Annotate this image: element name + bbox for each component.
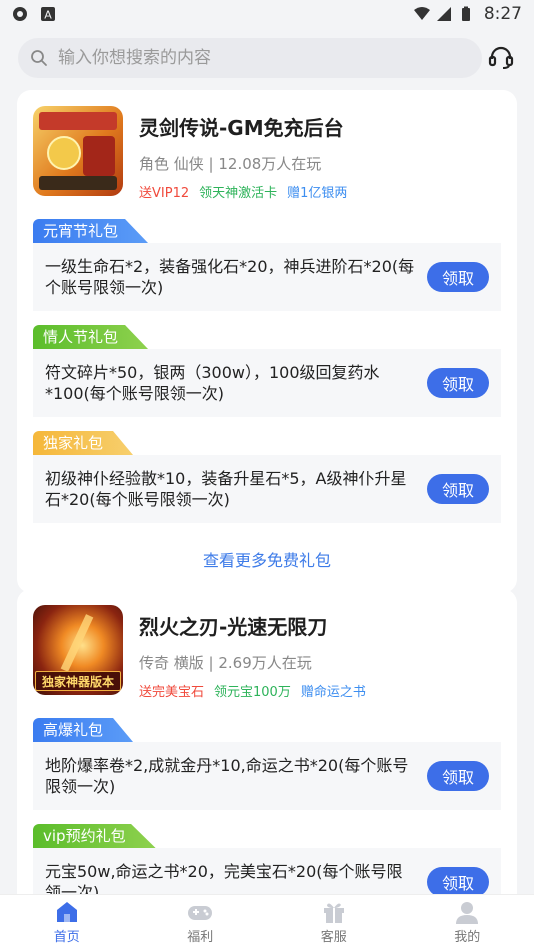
- user-icon: [456, 902, 479, 924]
- game-icon[interactable]: [33, 106, 123, 196]
- tab-home[interactable]: 首页: [0, 895, 134, 950]
- gift-item: 元宵节礼包 一级生命石*2，装备强化石*20，神兵进阶石*20(每个账号限领一次…: [33, 219, 501, 311]
- headset-icon: [488, 46, 514, 69]
- game-card: 独家神器版本 烈火之刃-光速无限刀 传奇 横版 | 2.69万人在玩 送完美宝石…: [17, 589, 517, 916]
- a-status-icon: A: [41, 7, 55, 22]
- claim-button[interactable]: 领取: [427, 474, 489, 504]
- tag-item: 送VIP12: [139, 186, 190, 201]
- gift-item: 情人节礼包 符文碎片*50，银两（300w），100级回复药水*100(每个账号…: [33, 325, 501, 417]
- tab-label: 福利: [187, 930, 214, 945]
- customer-service-button[interactable]: [486, 43, 516, 73]
- tag-item: 赠命运之书: [300, 685, 366, 700]
- tab-label: 我的: [454, 930, 481, 945]
- tab-welfare[interactable]: 福利: [134, 895, 268, 950]
- tab-service[interactable]: 客服: [267, 895, 401, 950]
- signal-icon: [436, 7, 451, 21]
- gift-description: 符文碎片*50，银两（300w），100级回复药水*100(每个账号限领一次): [45, 363, 380, 403]
- claim-button[interactable]: 领取: [427, 368, 489, 398]
- claim-button[interactable]: 领取: [427, 761, 489, 791]
- tag-item: 送完美宝石: [139, 685, 205, 700]
- gift-label: 元宵节礼包: [33, 219, 149, 243]
- search-bar[interactable]: [18, 38, 482, 78]
- gift-item: 独家礼包 初级神仆经验散*10，装备升星石*5，A级神仆升星石*20(每个账号限…: [33, 431, 501, 523]
- wifi-icon: [413, 7, 430, 20]
- game-icon[interactable]: 独家神器版本: [33, 605, 123, 695]
- game-title[interactable]: 灵剑传说-GM免充后台: [139, 112, 347, 141]
- gamepad-icon: [188, 906, 213, 920]
- tab-mine[interactable]: 我的: [401, 895, 534, 950]
- game-meta: 传奇 横版 | 2.69万人在玩: [139, 654, 312, 672]
- tag-item: 赠1亿银两: [287, 186, 348, 201]
- gift-label: vip预约礼包: [33, 824, 156, 848]
- battery-icon: [461, 6, 470, 21]
- game-header[interactable]: 灵剑传说-GM免充后台 角色 仙侠 | 12.08万人在玩 送VIP12 领天神…: [33, 90, 501, 201]
- tag-item: 领元宝100万: [214, 685, 291, 700]
- game-tags: 送完美宝石 领元宝100万 赠命运之书: [139, 681, 366, 700]
- svg-text:A: A: [44, 9, 52, 22]
- tag-item: 领天神激活卡: [199, 186, 278, 201]
- gift-label: 高爆礼包: [33, 718, 134, 742]
- game-title[interactable]: 烈火之刃-光速无限刀: [139, 611, 366, 640]
- gift-label: 独家礼包: [33, 431, 134, 455]
- gift-description: 初级神仆经验散*10，装备升星石*5，A级神仆升星石*20(每个账号限领一次): [45, 469, 407, 509]
- settings-status-icon: [13, 7, 27, 21]
- bottom-tab-bar: 首页 福利 客服 我的: [0, 894, 534, 950]
- game-meta: 角色 仙侠 | 12.08万人在玩: [139, 155, 322, 173]
- gift-label: 情人节礼包: [33, 325, 149, 349]
- status-time: 8:27: [483, 4, 522, 24]
- tab-label: 首页: [53, 930, 80, 945]
- more-gifts-link[interactable]: 查看更多免费礼包: [33, 523, 501, 593]
- status-bar: A 8:27: [0, 0, 534, 28]
- gift-description: 地阶爆率卷*2,成就金丹*10,命运之书*20(每个账号限领一次): [45, 756, 409, 796]
- gift-description: 一级生命石*2，装备强化石*20，神兵进阶石*20(每个账号限领一次): [45, 257, 415, 297]
- game-card: 灵剑传说-GM免充后台 角色 仙侠 | 12.08万人在玩 送VIP12 领天神…: [17, 90, 517, 593]
- home-icon: [56, 902, 77, 922]
- gift-item: 高爆礼包 地阶爆率卷*2,成就金丹*10,命运之书*20(每个账号限领一次) 领…: [33, 718, 501, 810]
- game-icon-text: 独家神器版本: [41, 674, 114, 689]
- game-header[interactable]: 独家神器版本 烈火之刃-光速无限刀 传奇 横版 | 2.69万人在玩 送完美宝石…: [33, 589, 501, 700]
- search-icon: [31, 50, 47, 66]
- claim-button[interactable]: 领取: [427, 262, 489, 292]
- tab-label: 客服: [320, 930, 347, 945]
- game-tags: 送VIP12 领天神激活卡 赠1亿银两: [139, 182, 347, 201]
- gift-icon: [323, 903, 344, 923]
- claim-button[interactable]: 领取: [427, 867, 489, 897]
- search-header: [0, 36, 534, 80]
- search-input[interactable]: [58, 48, 470, 68]
